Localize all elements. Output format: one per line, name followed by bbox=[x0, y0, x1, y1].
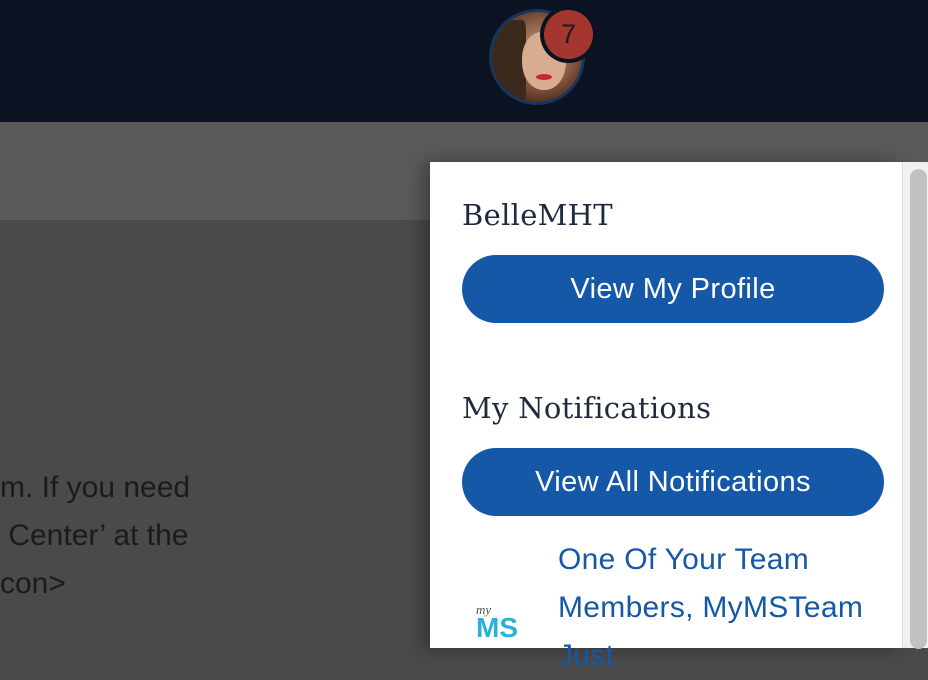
mymsteam-logo-icon: my MS bbox=[474, 602, 536, 652]
user-dropdown-panel: BelleMHT View My Profile My Notification… bbox=[430, 162, 902, 672]
avatar-lips bbox=[536, 74, 552, 80]
background-text-line: Center’ at the bbox=[0, 519, 189, 552]
user-menu-toggle[interactable]: 7 bbox=[489, 6, 597, 105]
notifications-heading: My Notifications bbox=[462, 391, 712, 425]
notification-count: 7 bbox=[544, 10, 593, 59]
view-profile-button[interactable]: View My Profile bbox=[462, 255, 884, 323]
scrollbar-thumb[interactable] bbox=[910, 169, 927, 649]
logo-text-large: MS bbox=[476, 612, 518, 643]
avatar-hair bbox=[492, 20, 526, 102]
notification-item[interactable]: my MS One Of Your Team Members, MyMSTeam… bbox=[462, 536, 884, 672]
username-heading: BelleMHT bbox=[462, 198, 613, 232]
background-text-line: con> bbox=[0, 567, 66, 600]
view-all-notifications-button[interactable]: View All Notifications bbox=[462, 448, 884, 516]
top-navigation-bar: 7 bbox=[0, 0, 928, 122]
panel-scrollbar[interactable] bbox=[902, 162, 928, 649]
background-text-line: m. If you need bbox=[0, 471, 191, 504]
notification-link[interactable]: One Of Your Team Members, MyMSTeam Just bbox=[558, 536, 878, 680]
notification-count-badge[interactable]: 7 bbox=[540, 6, 597, 63]
